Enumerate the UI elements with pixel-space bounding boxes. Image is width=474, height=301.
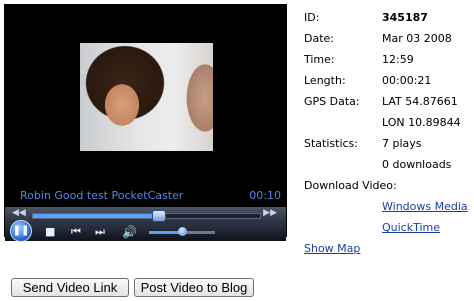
date-label: Date: <box>304 32 334 45</box>
time-value: 12:59 <box>382 53 414 66</box>
id-label: ID: <box>304 11 320 24</box>
id-value: 345187 <box>382 11 428 24</box>
rewind-icon[interactable]: ◀◀ <box>12 208 26 218</box>
seek-track[interactable] <box>32 210 261 222</box>
plays-count: 7 plays <box>382 137 422 150</box>
seek-progress <box>33 214 158 218</box>
gps-lat: LAT 54.87661 <box>382 95 458 108</box>
skip-previous-icon[interactable]: ⏮ <box>71 225 81 239</box>
quicktime-link[interactable]: QuickTime <box>382 221 440 235</box>
length-label: Length: <box>304 74 346 87</box>
time-label: Time: <box>304 53 335 66</box>
volume-slider[interactable] <box>149 227 215 236</box>
volume-handle[interactable] <box>178 227 187 236</box>
post-video-to-blog-button[interactable]: Post Video to Blog <box>134 278 254 297</box>
pause-icon[interactable]: ❚❚ <box>10 220 32 242</box>
video-title: Robin Good test PocketCaster <box>20 189 184 202</box>
length-value: 00:00:21 <box>382 74 432 87</box>
show-map-link[interactable]: Show Map <box>304 242 360 256</box>
control-bar: ❚❚ ■ ⏮ ⏭ 🔊 <box>5 220 286 242</box>
seek-bar[interactable]: ◀◀ ▶▶ <box>5 207 286 223</box>
date-value: Mar 03 2008 <box>382 32 452 45</box>
send-video-link-button[interactable]: Send Video Link <box>11 278 129 297</box>
gps-label: GPS Data: <box>304 95 360 108</box>
skip-next-icon[interactable]: ⏭ <box>95 225 105 239</box>
video-frame[interactable] <box>80 43 213 151</box>
video-player[interactable]: Robin Good test PocketCaster 00:10 ◀◀ ▶▶… <box>4 4 287 242</box>
gps-lon: LON 10.89844 <box>382 116 461 129</box>
speaker-icon[interactable]: 🔊 <box>122 225 137 239</box>
download-label: Download Video: <box>304 179 397 192</box>
video-time: 00:10 <box>249 189 281 202</box>
fast-forward-icon[interactable]: ▶▶ <box>263 208 277 218</box>
statistics-label: Statistics: <box>304 137 358 150</box>
windows-media-link[interactable]: Windows Media <box>382 200 468 214</box>
stop-icon[interactable]: ■ <box>45 225 55 238</box>
seek-handle[interactable] <box>151 210 166 222</box>
downloads-count: 0 downloads <box>382 158 452 171</box>
